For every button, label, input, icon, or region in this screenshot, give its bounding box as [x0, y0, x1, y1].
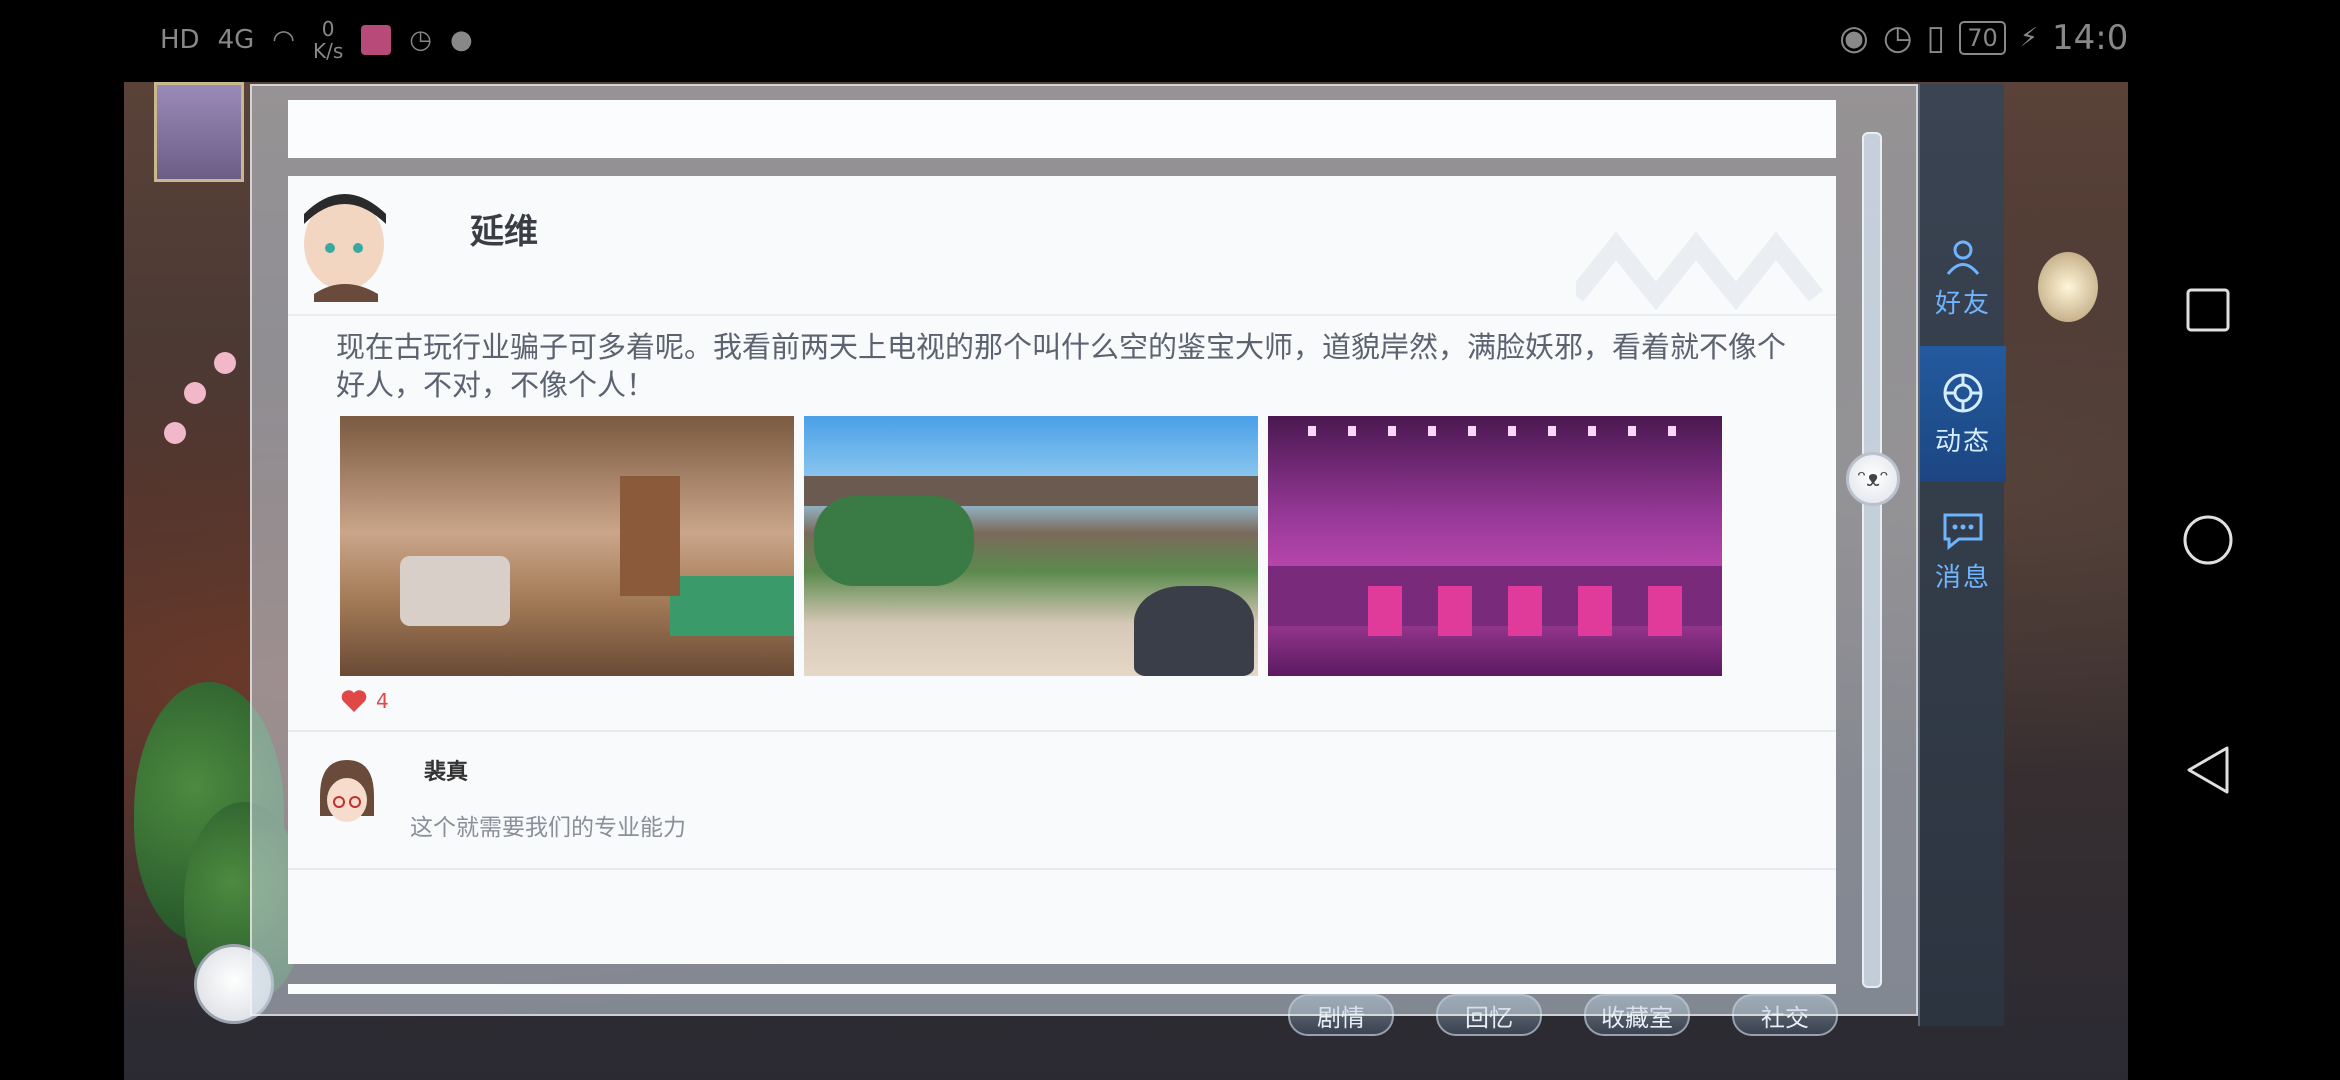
comment-author[interactable]: 裴真 [424, 754, 468, 786]
tab-moments-label: 动态 [1934, 426, 1991, 457]
post-header: 延维 [288, 176, 1836, 316]
signal-indicator: 4G [217, 25, 255, 55]
photo-room[interactable] [340, 416, 794, 676]
comment-text: 这个就需要我们的专业能力 [410, 815, 686, 841]
circle-icon [2183, 515, 2233, 565]
mascot-face-icon: ᵔᴥᵔ [1857, 467, 1889, 492]
scrollbar-thumb[interactable]: ᵔᴥᵔ [1846, 452, 1900, 506]
net-speed-unit: K/s [312, 39, 344, 63]
battery-level: 70 [1959, 21, 2006, 55]
post-card: 延维 现在古玩行业骗子可多着呢。我看前两天上电视的那个叫什么空的鉴宝大师，道貌岸… [288, 176, 1836, 964]
flower-decoration [214, 352, 236, 374]
message-icon [1943, 513, 1983, 550]
square-icon [2186, 288, 2230, 332]
room-cabinet [620, 476, 680, 596]
bar-lights [1308, 426, 1688, 436]
eye-comfort-icon: ◉ [1839, 18, 1869, 58]
room-bed [670, 576, 794, 636]
alarm-clock-icon: ◷ [1882, 18, 1913, 58]
social-sidebar: 好友 动态 消息 [1918, 84, 2006, 1026]
tab-moments[interactable]: 动态 [1920, 346, 2006, 482]
author-avatar[interactable] [294, 184, 396, 302]
scrollbar-track[interactable] [1862, 132, 1882, 988]
hd-indicator: HD [160, 25, 200, 55]
like-count: 4 [376, 689, 389, 713]
alarm-icon: ◷ [409, 25, 432, 55]
divider [288, 868, 1836, 870]
room-sofa [400, 556, 510, 626]
photo-gallery [340, 416, 1722, 676]
divider [288, 730, 1836, 732]
player-avatar[interactable] [154, 82, 244, 182]
bar-stools [1368, 586, 1708, 636]
tab-friends-label: 好友 [1934, 288, 1991, 319]
heart-icon[interactable] [340, 688, 368, 714]
tab-messages-label: 消息 [1934, 562, 1991, 593]
photo-bar[interactable] [1268, 416, 1722, 676]
commenter-avatar[interactable] [312, 756, 382, 832]
net-speed-value: 0 [321, 17, 335, 41]
friends-icon [1946, 240, 1980, 275]
flower-decoration [164, 422, 186, 444]
street-pot [1134, 586, 1254, 676]
home-button[interactable] [2168, 500, 2248, 580]
next-post-edge [288, 984, 1836, 994]
chat-icon: ● [449, 25, 473, 55]
post-content: 现在古玩行业骗子可多着呢。我看前两天上电视的那个叫什么空的鉴宝大师，道貌岸然，满… [336, 330, 1787, 402]
recents-button[interactable] [2168, 270, 2248, 350]
vibrate-icon: ▯ [1926, 18, 1946, 58]
moments-icon [1943, 373, 1983, 412]
back-triangle-icon [2187, 746, 2229, 794]
post-author-name[interactable]: 延维 [470, 204, 538, 253]
net-speed: 0 K/s [313, 18, 343, 62]
photo-street[interactable] [804, 416, 1258, 676]
flower-decoration [184, 382, 206, 404]
lamp-decoration [2038, 252, 2098, 322]
app-icon [361, 25, 392, 55]
status-left: HD 4G ◠ 0 K/s ◷ ● [160, 18, 473, 62]
charging-icon: ⚡ [2019, 23, 2039, 53]
previous-post-edge [288, 100, 1836, 158]
tab-messages[interactable]: 消息 [1920, 484, 2006, 620]
back-button[interactable] [2168, 730, 2248, 810]
street-trees [814, 496, 974, 586]
status-bar: HD 4G ◠ 0 K/s ◷ ● ◉ ◷ ▯ 70 ⚡ 14:03 [0, 0, 2340, 82]
tab-friends[interactable]: 好友 [1920, 210, 2006, 346]
navigation-bar [2128, 0, 2340, 1080]
like-row[interactable]: 4 [340, 688, 389, 714]
wifi-icon: ◠ [272, 25, 295, 55]
status-right: ◉ ◷ ▯ 70 ⚡ 14:03 [1839, 18, 2150, 58]
